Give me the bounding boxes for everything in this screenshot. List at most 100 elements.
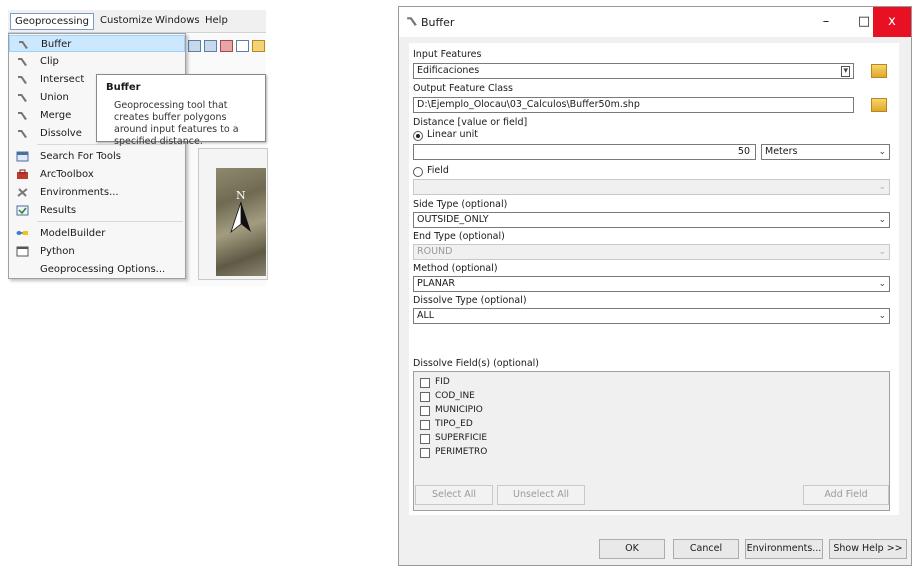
toolbar-tool-icon[interactable] bbox=[220, 40, 233, 52]
distance-label: Distance [value or field] bbox=[413, 117, 528, 128]
end-type-label: End Type (optional) bbox=[413, 231, 505, 242]
field-label-municipio: MUNICIPIO bbox=[435, 405, 483, 415]
chevron-down-icon[interactable]: ▾ bbox=[841, 66, 850, 77]
side-type-select[interactable]: OUTSIDE_ONLY ⌄ bbox=[413, 212, 890, 228]
python-window-icon bbox=[16, 246, 29, 257]
menu-help[interactable]: Help bbox=[201, 13, 232, 28]
field-radio[interactable] bbox=[413, 167, 423, 177]
select-all-button[interactable]: Select All bbox=[415, 485, 493, 505]
north-arrow-label: N bbox=[236, 189, 246, 202]
unselect-all-button[interactable]: Unselect All bbox=[497, 485, 585, 505]
buffer-tooltip: Buffer Geoprocessing tool that creates b… bbox=[96, 74, 266, 147]
cancel-button[interactable]: Cancel bbox=[673, 539, 739, 559]
field-label-fid: FID bbox=[435, 377, 450, 387]
method-select[interactable]: PLANAR ⌄ bbox=[413, 276, 890, 292]
menu-item-search-for-tools[interactable]: Search For Tools bbox=[9, 148, 185, 165]
close-button[interactable]: x bbox=[873, 7, 911, 37]
hammer-icon bbox=[18, 112, 27, 120]
method-value: PLANAR bbox=[417, 278, 455, 289]
hammer-icon bbox=[19, 41, 28, 49]
distance-unit-value: Meters bbox=[765, 146, 798, 157]
menu-item-label: Results bbox=[40, 205, 77, 216]
menu-geoprocessing[interactable]: Geoprocessing bbox=[10, 13, 94, 30]
menu-item-clip[interactable]: Clip bbox=[9, 53, 185, 70]
menu-item-label: Clip bbox=[40, 56, 59, 67]
menu-item-label: Geoprocessing Options... bbox=[40, 264, 166, 275]
distance-value: 50 bbox=[737, 146, 750, 157]
output-feature-class-value: D:\Ejemplo_Olocau\03_Calculos\Buffer50m.… bbox=[417, 99, 640, 110]
input-features-combo[interactable]: Edificaciones ▾ bbox=[413, 63, 854, 79]
end-type-value: ROUND bbox=[417, 246, 453, 257]
output-feature-class-field[interactable]: D:\Ejemplo_Olocau\03_Calculos\Buffer50m.… bbox=[413, 97, 854, 113]
open-folder-icon[interactable] bbox=[871, 64, 887, 78]
hammer-icon bbox=[18, 130, 27, 138]
field-label-tipo-ed: TIPO_ED bbox=[435, 419, 473, 429]
menu-item-environments[interactable]: Environments... bbox=[9, 184, 185, 201]
form-scrollbar[interactable] bbox=[899, 43, 911, 515]
minimize-button[interactable]: – bbox=[807, 7, 845, 37]
checkbox-municipio[interactable] bbox=[420, 406, 430, 416]
checkbox-tipo-ed[interactable] bbox=[420, 420, 430, 430]
side-type-value: OUTSIDE_ONLY bbox=[417, 214, 489, 225]
field-label-superficie: SUPERFICIE bbox=[435, 433, 488, 443]
add-field-button[interactable]: Add Field bbox=[803, 485, 889, 505]
menu-item-label: Search For Tools bbox=[40, 151, 121, 162]
input-features-label: Input Features bbox=[413, 49, 482, 60]
method-label: Method (optional) bbox=[413, 263, 498, 274]
menu-item-modelbuilder[interactable]: ModelBuilder bbox=[9, 225, 185, 242]
environments-button[interactable]: Environments... bbox=[745, 539, 823, 559]
menu-item-results[interactable]: Results bbox=[9, 202, 185, 219]
menu-bar: Geoprocessing Customize Windows Help bbox=[8, 10, 266, 33]
dissolve-fields-label: Dissolve Field(s) (optional) bbox=[413, 358, 540, 369]
menu-item-label: Buffer bbox=[41, 39, 72, 50]
geoprocessing-menu: Buffer Clip Intersect Union Merge Dissol… bbox=[8, 33, 186, 279]
ok-button[interactable]: OK bbox=[599, 539, 665, 559]
toolbar-tool-icon[interactable] bbox=[252, 40, 265, 52]
menu-item-buffer[interactable]: Buffer bbox=[9, 35, 185, 52]
tool-parameters-panel: Input Features Edificaciones ▾ Output Fe… bbox=[409, 43, 899, 515]
menu-item-label: Python bbox=[40, 246, 75, 257]
chevron-down-icon: ⌄ bbox=[878, 311, 886, 321]
menu-separator bbox=[37, 221, 183, 222]
field-label-cod-ine: COD_INE bbox=[435, 391, 475, 401]
tooltip-body: Geoprocessing tool that creates buffer p… bbox=[114, 100, 239, 147]
checkbox-fid[interactable] bbox=[420, 378, 430, 388]
menu-item-geoprocessing-options[interactable]: Geoprocessing Options... bbox=[9, 261, 185, 278]
toolbar-tool-icon[interactable] bbox=[236, 40, 249, 52]
menu-item-label: Environments... bbox=[40, 187, 119, 198]
linear-unit-radio[interactable] bbox=[413, 131, 423, 141]
toolbox-icon bbox=[17, 169, 28, 179]
menu-item-label: Merge bbox=[40, 110, 72, 121]
menu-item-python[interactable]: Python bbox=[9, 243, 185, 260]
field-label-perimetro: PERIMETRO bbox=[435, 447, 488, 457]
chevron-down-icon: ⌄ bbox=[878, 215, 886, 225]
menu-item-label: Union bbox=[40, 92, 69, 103]
menu-item-label: Intersect bbox=[40, 74, 85, 85]
menu-windows[interactable]: Windows bbox=[151, 13, 204, 28]
toolbar-tool-icon[interactable] bbox=[204, 40, 217, 52]
menu-item-arctoolbox[interactable]: ArcToolbox bbox=[9, 166, 185, 183]
chevron-down-icon: ⌄ bbox=[878, 247, 886, 257]
checkbox-superficie[interactable] bbox=[420, 434, 430, 444]
search-window-icon bbox=[16, 151, 29, 162]
show-help-button[interactable]: Show Help >> bbox=[829, 539, 907, 559]
checkbox-cod-ine[interactable] bbox=[420, 392, 430, 402]
menu-customize[interactable]: Customize bbox=[96, 13, 157, 28]
dissolve-type-value: ALL bbox=[417, 310, 435, 321]
toolbar-tool-icon[interactable] bbox=[188, 40, 201, 52]
dissolve-type-select[interactable]: ALL ⌄ bbox=[413, 308, 890, 324]
open-folder-icon[interactable] bbox=[871, 98, 887, 112]
chevron-down-icon: ⌄ bbox=[878, 147, 886, 157]
distance-value-field[interactable]: 50 bbox=[413, 144, 756, 160]
input-features-value: Edificaciones bbox=[417, 65, 480, 76]
field-radio-label: Field bbox=[427, 165, 449, 176]
modelbuilder-icon bbox=[16, 231, 28, 235]
distance-unit-select[interactable]: Meters ⌄ bbox=[761, 144, 890, 160]
chevron-down-icon: ⌄ bbox=[878, 182, 886, 192]
checkbox-perimetro[interactable] bbox=[420, 448, 430, 458]
dialog-title-bar[interactable]: Buffer – □ x bbox=[399, 7, 911, 37]
side-type-label: Side Type (optional) bbox=[413, 199, 508, 210]
menu-item-label: ModelBuilder bbox=[40, 228, 106, 239]
end-type-select: ROUND ⌄ bbox=[413, 244, 890, 260]
hammer-icon bbox=[18, 94, 27, 102]
